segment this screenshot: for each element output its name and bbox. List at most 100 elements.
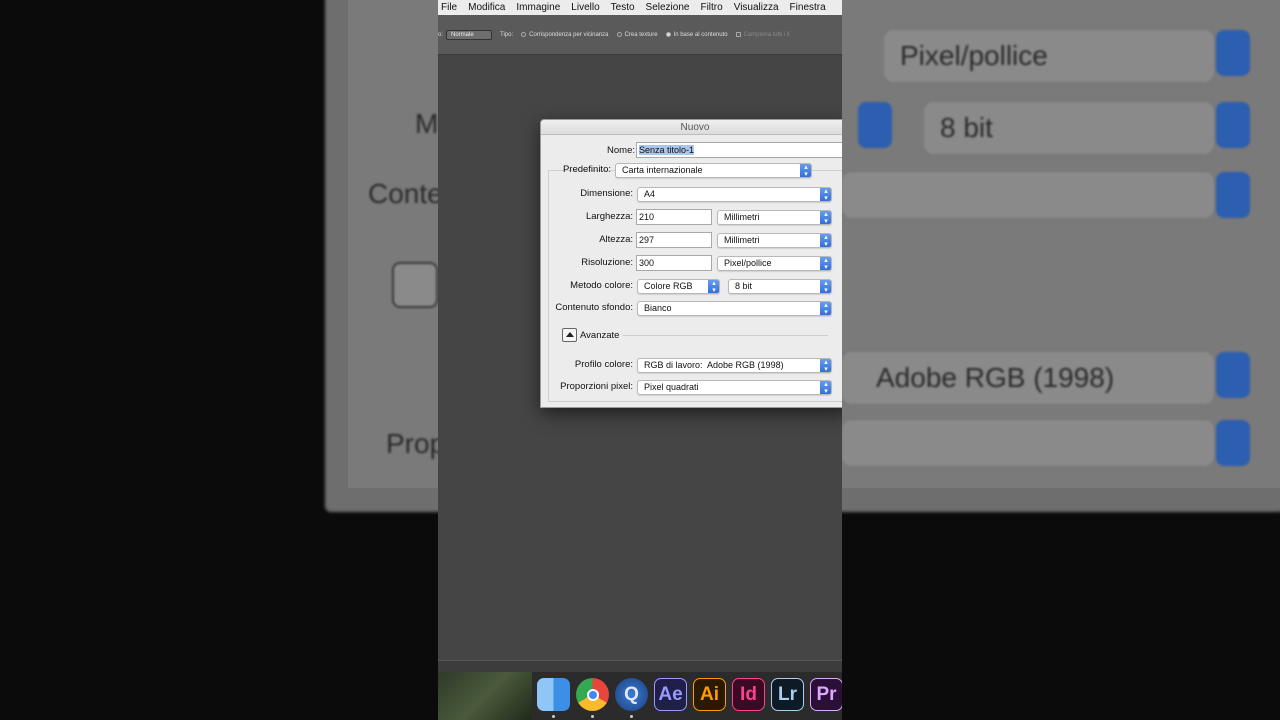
resolution-unit-select[interactable]: Pixel/pollice ▴ ▾ [717, 256, 832, 271]
mode-label: o: [438, 31, 444, 38]
sample-all-label: Campiona tutti i li [743, 31, 790, 38]
height-row: Altezza: 297 Millimetri ▴ ▾ [541, 231, 842, 249]
menu-selezione[interactable]: Selezione [643, 2, 696, 13]
size-select[interactable]: A4 ▴ ▾ [637, 187, 832, 202]
radio-content-aware-label: In base al contenuto [673, 31, 728, 38]
color-mode-row: Metodo colore: Colore RGB ▴ ▾ 8 bit ▴ ▾ [541, 277, 842, 295]
width-label: Larghezza: [585, 211, 633, 222]
menu-modifica[interactable]: Modifica [465, 2, 511, 13]
color-profile-select[interactable]: RGB di lavoro: Adobe RGB (1998) ▴ ▾ [637, 358, 832, 373]
photoshop-window: File Modifica Immagine Livello Testo Sel… [438, 0, 842, 720]
color-mode-label: Metodo colore: [570, 280, 633, 291]
radio-proximity-label: Corrispondenza per vicinanza [529, 31, 609, 38]
tool-options-bar: o: Normale Tipo: Corrispondenza per vici… [438, 15, 842, 55]
zoomed-background-field [842, 172, 1214, 218]
stepper-icon: ▴ ▾ [820, 381, 831, 394]
quicktime-icon[interactable]: Q [615, 678, 648, 711]
width-row: Larghezza: 210 Millimetri ▴ ▾ [541, 208, 842, 226]
stepper-icon: ▴ ▾ [820, 257, 831, 270]
zoomed-label: Prop [386, 428, 446, 459]
stepper-icon: ▴ ▾ [800, 164, 811, 177]
size-row: Dimensione: A4 ▴ ▾ [541, 185, 842, 203]
status-bar [438, 660, 842, 672]
resolution-field[interactable]: 300 [636, 255, 712, 271]
advanced-disclosure-button[interactable] [562, 328, 577, 342]
color-profile-row: Profilo colore: RGB di lavoro: Adobe RGB… [541, 356, 842, 374]
background-label: Contenuto sfondo: [555, 302, 633, 313]
radio-texture-label: Crea texture [624, 31, 658, 38]
preset-label: Predefinito: [562, 164, 611, 175]
zoomed-disclosure-button [392, 262, 438, 308]
new-document-dialog: Nuovo Nome: Senza titolo-1 Predefinito: … [540, 119, 842, 408]
menu-file[interactable]: File [438, 2, 463, 13]
running-indicator [552, 715, 555, 718]
pixel-aspect-row: Proporzioni pixel: Pixel quadrati ▴ ▾ [541, 378, 842, 396]
background-row: Contenuto sfondo: Bianco ▴ ▾ [541, 299, 842, 317]
zoomed-stepper [1216, 30, 1250, 76]
radio-content-aware[interactable] [665, 32, 671, 37]
zoomed-stepper [1216, 172, 1250, 218]
height-unit-select[interactable]: Millimetri ▴ ▾ [717, 233, 832, 248]
height-label: Altezza: [599, 234, 633, 245]
sample-all-checkbox[interactable] [735, 32, 741, 37]
name-row: Nome: Senza titolo-1 [541, 142, 842, 160]
resolution-label: Risoluzione: [581, 257, 633, 268]
desktop-wallpaper [438, 672, 532, 720]
stepper-icon: ▴ ▾ [820, 280, 831, 293]
menu-bar: File Modifica Immagine Livello Testo Sel… [438, 0, 842, 15]
bit-depth-select[interactable]: 8 bit ▴ ▾ [728, 279, 832, 294]
mode-select[interactable]: Normale [446, 29, 493, 40]
stepper-icon: ▴ ▾ [820, 211, 831, 224]
zoomed-stepper [1216, 352, 1250, 398]
lightroom-icon[interactable]: Lr [771, 678, 804, 711]
name-field[interactable]: Senza titolo-1 [636, 142, 842, 158]
name-label: Nome: [607, 145, 635, 156]
stepper-icon: ▴ ▾ [708, 280, 719, 293]
preset-select[interactable]: Carta internazionale ▴ ▾ [615, 163, 812, 178]
stepper-icon: ▴ ▾ [820, 359, 831, 372]
type-label: Tipo: [500, 31, 514, 38]
zoomed-label: M [415, 108, 439, 139]
menu-filtro[interactable]: Filtro [697, 2, 728, 13]
illustrator-icon[interactable]: Ai [693, 678, 726, 711]
pixel-aspect-label: Proporzioni pixel: [560, 381, 633, 392]
chrome-icon[interactable] [576, 678, 609, 711]
menu-immagine[interactable]: Immagine [513, 2, 566, 13]
background-select[interactable]: Bianco ▴ ▾ [637, 301, 832, 316]
running-indicator [630, 715, 633, 718]
zoomed-stepper [1216, 420, 1250, 466]
menu-livello[interactable]: Livello [568, 2, 605, 13]
radio-proximity[interactable] [521, 32, 527, 37]
stepper-icon: ▴ ▾ [820, 302, 831, 315]
width-field[interactable]: 210 [636, 209, 712, 225]
stepper-icon: ▴ ▾ [820, 234, 831, 247]
stepper-icon: ▴ ▾ [820, 188, 831, 201]
indesign-icon[interactable]: Id [732, 678, 765, 711]
finder-icon[interactable] [537, 678, 570, 711]
advanced-separator [623, 335, 828, 336]
zoomed-pixel-aspect [842, 420, 1214, 466]
zoomed-stepper [858, 102, 892, 148]
color-profile-label: Profilo colore: [574, 359, 633, 370]
height-field[interactable]: 297 [636, 232, 712, 248]
zoomed-label: Conte [368, 178, 443, 209]
zoomed-resolution-unit: Pixel/pollice [884, 30, 1214, 82]
pixel-aspect-select[interactable]: Pixel quadrati ▴ ▾ [637, 380, 832, 395]
after-effects-icon[interactable]: Ae [654, 678, 687, 711]
dock: Q Ae Ai Id Lr Pr [438, 672, 842, 720]
advanced-label: Avanzate [580, 330, 620, 341]
menu-finestra[interactable]: Finestra [787, 2, 832, 13]
color-mode-select[interactable]: Colore RGB ▴ ▾ [637, 279, 720, 294]
running-indicator [591, 715, 594, 718]
zoomed-stepper [1216, 102, 1250, 148]
preset-row: Predefinito: Carta internazionale ▴ ▾ [541, 161, 842, 179]
width-unit-select[interactable]: Millimetri ▴ ▾ [717, 210, 832, 225]
dialog-title: Nuovo [541, 120, 842, 135]
size-label: Dimensione: [580, 188, 633, 199]
zoomed-bit-depth: 8 bit [924, 102, 1214, 154]
menu-visualizza[interactable]: Visualizza [731, 2, 785, 13]
radio-texture[interactable] [616, 32, 622, 37]
premiere-icon[interactable]: Pr [810, 678, 842, 711]
zoomed-color-profile: Adobe RGB (1998) [842, 352, 1214, 404]
menu-testo[interactable]: Testo [608, 2, 641, 13]
